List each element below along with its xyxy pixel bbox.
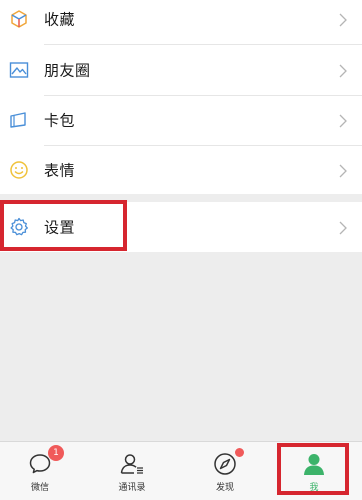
menu-item-label: 朋友圈 [44, 61, 91, 80]
chevron-right-icon [338, 163, 348, 178]
notification-dot [235, 448, 244, 457]
smiley-icon [8, 159, 30, 181]
contacts-icon [119, 451, 145, 477]
cube-icon [8, 8, 30, 30]
tab-discover[interactable]: 发现 [195, 442, 255, 500]
menu-item-moments[interactable]: 朋友圈 [0, 45, 362, 95]
tab-label: 通讯录 [118, 483, 146, 493]
gear-icon [8, 216, 30, 238]
tab-bar: 1 微信 通讯录 发现 我 [0, 441, 362, 500]
tab-wechat[interactable]: 1 微信 [10, 442, 70, 500]
chevron-right-icon [338, 220, 348, 235]
chevron-right-icon [338, 63, 348, 78]
menu-item-stickers[interactable]: 表情 [0, 145, 362, 195]
tab-label: 微信 [30, 483, 49, 493]
chevron-right-icon [338, 12, 348, 27]
card-wallet-icon [8, 109, 30, 131]
tab-label: 发现 [215, 483, 234, 493]
photo-icon [8, 59, 30, 81]
me-page: 收藏 朋友圈 卡包 表情 设置 1 微信 通讯录 发现 我 [0, 0, 362, 500]
menu-item-label: 设置 [44, 218, 76, 237]
tab-label: 我 [309, 483, 319, 493]
menu-group: 收藏 朋友圈 卡包 表情 [0, 0, 362, 194]
chevron-right-icon [338, 113, 348, 128]
settings-group: 设置 [0, 202, 362, 252]
menu-item-label: 表情 [44, 161, 76, 180]
compass-icon [212, 451, 238, 477]
tab-me[interactable]: 我 [284, 442, 344, 500]
menu-item-settings[interactable]: 设置 [0, 202, 362, 252]
menu-item-card-wallet[interactable]: 卡包 [0, 95, 362, 145]
tab-contacts[interactable]: 通讯录 [102, 442, 162, 500]
unread-badge: 1 [48, 445, 64, 461]
person-icon [301, 451, 327, 477]
menu-item-favorites[interactable]: 收藏 [0, 0, 362, 44]
menu-item-label: 卡包 [44, 111, 76, 130]
menu-item-label: 收藏 [44, 10, 76, 29]
